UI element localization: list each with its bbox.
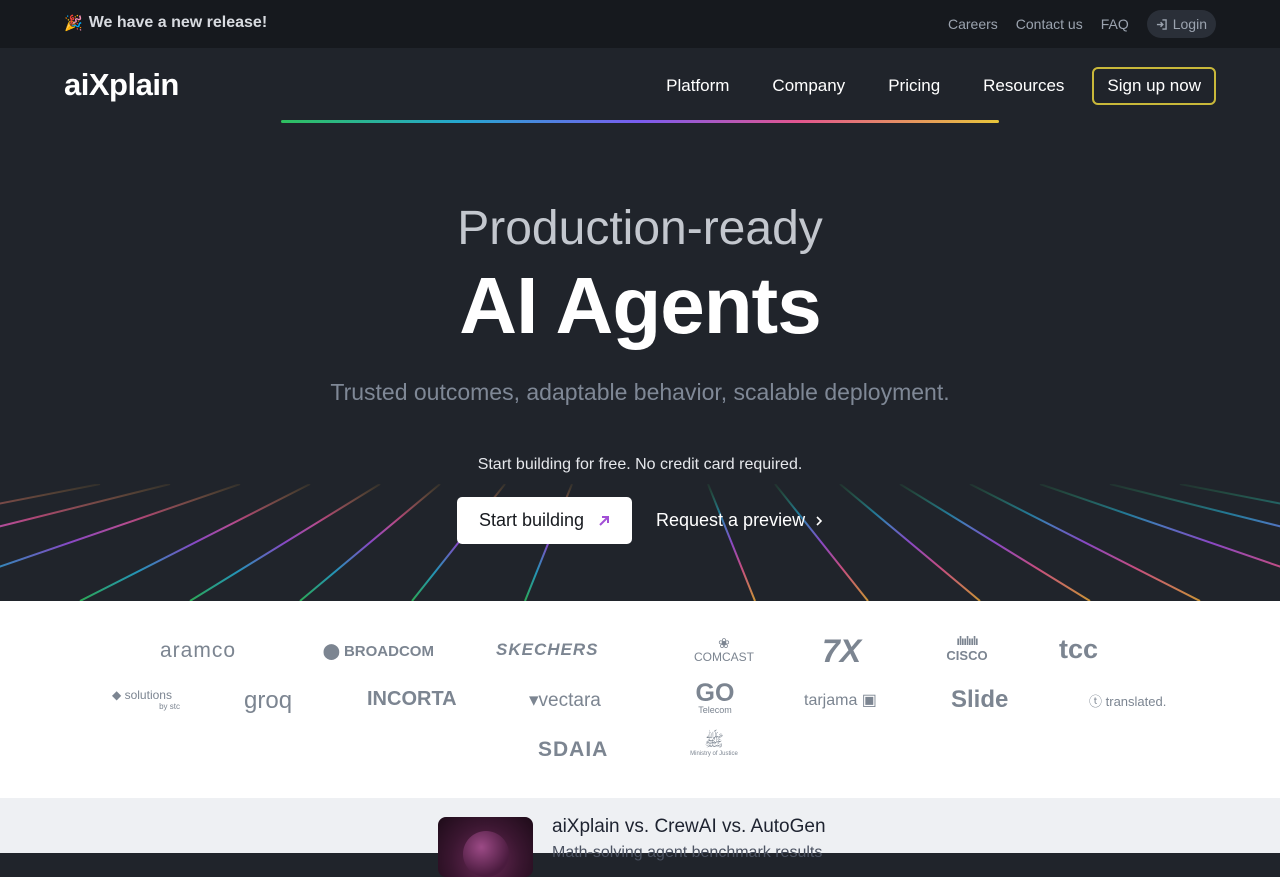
start-building-button[interactable]: Start building xyxy=(457,497,632,544)
skechers-logo: SKECHERS xyxy=(496,640,599,659)
hero-subtitle: Production-ready xyxy=(457,202,823,255)
sphere-graphic xyxy=(463,831,509,877)
comcast-text: COMCAST xyxy=(694,650,754,664)
nav-platform[interactable]: Platform xyxy=(666,76,729,96)
login-button[interactable]: Login xyxy=(1146,10,1216,38)
go-telecom-logo: GO Telecom xyxy=(691,679,739,716)
free-note: Start building for free. No credit card … xyxy=(477,456,803,473)
solutions-word: solutions xyxy=(124,688,172,702)
article-thumbnail[interactable] xyxy=(438,817,533,877)
release-announcement[interactable]: 🎉 We have a new release! xyxy=(64,14,267,32)
sdaia-logo: SDAIA xyxy=(538,738,609,761)
utility-links: Careers Contact us FAQ Login xyxy=(948,10,1216,38)
vectara-v-icon: ▾ xyxy=(529,690,539,711)
hero-title: AI Agents xyxy=(459,261,821,350)
party-popper-icon: 🎉 xyxy=(64,15,83,32)
ministry-text: Ministry of Justice xyxy=(690,751,738,757)
nav-resources[interactable]: Resources xyxy=(983,76,1064,96)
tcc-logo: tcc xyxy=(1059,634,1099,664)
hero-section: aiXplain Platform Company Pricing Resour… xyxy=(0,48,1280,601)
ministry-of-justice-logo: ﷺ Ministry of Justice xyxy=(686,734,742,758)
broadcom-text: BROADCOM xyxy=(343,643,434,660)
stc-diamond-icon: ◆ xyxy=(112,688,125,702)
translated-text: translated. xyxy=(1105,694,1167,709)
translated-circle-icon: ⓣ xyxy=(1089,694,1106,709)
groq-logo: groq xyxy=(244,687,293,714)
arrow-up-right-icon xyxy=(599,515,610,526)
vectara-logo: ▾vectara xyxy=(529,689,601,712)
tarjama-logo: tarjama ▣ xyxy=(804,690,877,710)
article-subtitle: Math-solving agent benchmark results xyxy=(552,844,823,861)
solutions-by-stc-logo: ◆ solutions by stc xyxy=(104,688,180,711)
article-title[interactable]: aiXplain vs. CrewAI vs. AutoGen xyxy=(552,816,826,838)
arabic-calligraphy-icon: ﷺ xyxy=(704,733,724,750)
request-preview-link[interactable]: Request a preview xyxy=(656,510,823,531)
translated-logo: ⓣ translated. xyxy=(1089,691,1166,710)
nav-company[interactable]: Company xyxy=(772,76,845,96)
tarjama-ampersand-icon: ▣ xyxy=(857,692,877,709)
cisco-bars-icon: ılıılıılı xyxy=(956,634,978,648)
contact-link[interactable]: Contact us xyxy=(1016,16,1083,32)
broadcom-logo: ⬤ BROADCOM xyxy=(323,642,434,660)
by-stc-text: by stc xyxy=(159,702,180,711)
solutions-text: ◆ solutions xyxy=(104,688,180,702)
incorta-logo: INCORTA xyxy=(367,688,457,710)
faq-link[interactable]: FAQ xyxy=(1101,16,1129,32)
featured-article-strip: aiXplain vs. CrewAI vs. AutoGen Math-sol… xyxy=(0,798,1280,877)
cisco-text: CISCO xyxy=(946,648,988,663)
nav-pricing[interactable]: Pricing xyxy=(888,76,940,96)
login-icon xyxy=(1156,18,1167,30)
main-nav: Platform Company Pricing Resources Sign … xyxy=(666,67,1216,105)
login-label: Login xyxy=(1172,16,1207,32)
slide-logo: Slide xyxy=(951,686,1009,713)
announcement-bar: 🎉 We have a new release! Careers Contact… xyxy=(0,0,1280,48)
vectara-text: vectara xyxy=(538,690,601,711)
tarjama-text: tarjama xyxy=(804,692,858,709)
go-text: GO xyxy=(695,679,735,707)
hero-tagline: Trusted outcomes, adaptable behavior, sc… xyxy=(330,379,950,405)
cisco-logo: ılıılıılı CISCO xyxy=(939,634,995,664)
aixplain-logo[interactable]: aiXplain xyxy=(64,67,179,103)
rainbow-divider xyxy=(281,120,999,123)
careers-link[interactable]: Careers xyxy=(948,16,998,32)
chevron-right-icon xyxy=(816,515,823,526)
comcast-logo: ❀ COMCAST xyxy=(691,636,757,664)
broadcom-mark-icon: ⬤ xyxy=(323,643,344,660)
client-logos: aramco ⬤ BROADCOM SKECHERS ❀ COMCAST 7X … xyxy=(0,601,1280,798)
peacock-icon: ❀ xyxy=(718,635,730,651)
cta-row: Start building Request a preview xyxy=(457,497,823,544)
announcement-text: We have a new release! xyxy=(88,14,268,31)
7x-logo: 7X xyxy=(822,633,862,669)
aramco-logo: aramco xyxy=(160,639,237,662)
signup-button[interactable]: Sign up now xyxy=(1092,67,1216,105)
request-preview-label: Request a preview xyxy=(656,510,806,530)
start-building-label: Start building xyxy=(478,510,585,530)
